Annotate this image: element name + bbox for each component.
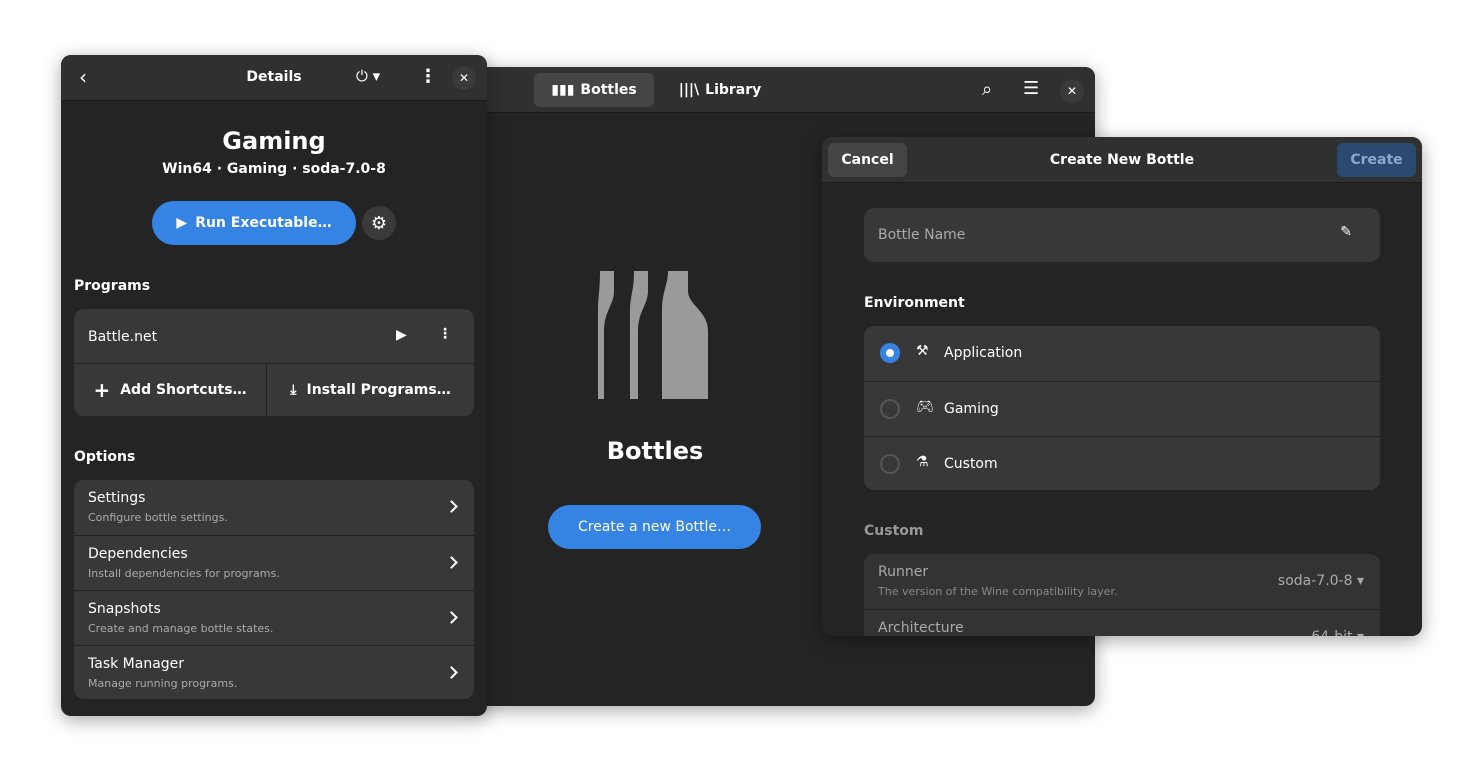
program-actions: + Add Shortcuts… ⤓ Install Programs…: [74, 363, 474, 416]
option-settings[interactable]: Settings Configure bottle settings.: [74, 480, 474, 535]
bottles-logo: [598, 271, 708, 399]
options-heading: Options: [74, 449, 136, 465]
add-shortcuts-button[interactable]: + Add Shortcuts…: [74, 364, 267, 416]
dialog-headerbar: Cancel Create New Bottle Create: [822, 137, 1422, 183]
details-window: ‹ Details ⏻ ▾ ⋮ ✕ Gaming Win64 · Gaming …: [61, 55, 487, 716]
bottle-subtitle: Win64 · Gaming · soda-7.0-8: [162, 161, 386, 177]
option-snapshots[interactable]: Snapshots Create and manage bottle states…: [74, 590, 474, 645]
power-menu-button[interactable]: ⏻ ▾: [356, 67, 380, 85]
bottle-name-input[interactable]: Bottle Name ✎: [864, 208, 1380, 262]
close-button[interactable]: ✕: [1060, 79, 1084, 103]
architecture-dropdown[interactable]: 64-bit ▾: [1311, 629, 1364, 636]
dropdown-arrow-icon: ▾: [1356, 573, 1364, 589]
create-bottle-dialog: Cancel Create New Bottle Create Bottle N…: [822, 137, 1422, 636]
runner-row[interactable]: Runner The version of the Wine compatibil…: [864, 554, 1380, 609]
play-icon: ▶: [176, 215, 188, 231]
download-icon: ⤓: [290, 382, 297, 398]
dialog-title: Create New Bottle: [1049, 152, 1195, 168]
programs-heading: Programs: [74, 278, 151, 294]
settings-button[interactable]: ⚙: [362, 206, 396, 240]
option-task-manager[interactable]: Task Manager Manage running programs.: [74, 645, 474, 699]
radio[interactable]: [880, 399, 900, 419]
custom-heading: Custom: [864, 523, 924, 539]
tab-library[interactable]: |||\ Library: [670, 73, 770, 107]
gear-icon: ⚙: [370, 212, 388, 234]
create-bottle-button[interactable]: Create a new Bottle…: [548, 505, 761, 549]
bottles-icon: ▮▮▮: [551, 82, 575, 98]
options-card: Settings Configure bottle settings. Depen…: [74, 480, 474, 699]
install-programs-button[interactable]: ⤓ Install Programs…: [267, 364, 474, 416]
architecture-row[interactable]: Architecture64-bit ▾: [864, 609, 1380, 636]
chevron-right-icon: [445, 500, 458, 513]
library-icon: |||\: [678, 82, 700, 98]
close-button[interactable]: ✕: [452, 66, 476, 90]
custom-options: Runner The version of the Wine compatibil…: [864, 554, 1380, 636]
application-icon: ⚒: [916, 343, 929, 359]
chevron-right-icon: [445, 611, 458, 624]
programs-card: Battle.net ▶ ⋮ + Add Shortcuts… ⤓ Install …: [74, 309, 474, 416]
program-name: Battle.net: [88, 329, 158, 345]
environment-application[interactable]: ⚒ Application: [864, 326, 1380, 381]
runner-dropdown[interactable]: soda-7.0-8 ▾: [1278, 573, 1364, 589]
search-icon[interactable]: ⌕: [982, 79, 992, 100]
tab-bottles[interactable]: ▮▮▮ Bottles: [534, 73, 654, 107]
flask-icon: ⚗: [916, 454, 929, 470]
chevron-right-icon: [445, 556, 458, 569]
option-dependencies[interactable]: Dependencies Install dependencies for pro…: [74, 535, 474, 590]
run-executable-button[interactable]: ▶ Run Executable…: [152, 201, 356, 245]
environment-list: ⚒ Application 🎮︎ Gaming ⚗ Custom: [864, 326, 1380, 490]
environment-heading: Environment: [864, 295, 965, 311]
radio[interactable]: [880, 454, 900, 474]
menu-icon[interactable]: ☰: [1023, 78, 1039, 99]
play-program-button[interactable]: ▶: [396, 327, 407, 343]
environment-gaming[interactable]: 🎮︎ Gaming: [864, 381, 1380, 436]
create-button[interactable]: Create: [1337, 143, 1416, 177]
environment-custom[interactable]: ⚗ Custom: [864, 436, 1380, 490]
radio-selected[interactable]: [880, 343, 900, 363]
main-title: Bottles: [606, 437, 704, 465]
more-options-icon[interactable]: ⋮: [419, 66, 437, 87]
chevron-right-icon: [445, 666, 458, 679]
details-headerbar: ‹ Details ⏻ ▾ ⋮ ✕: [61, 55, 487, 101]
bottle-name: Gaming: [222, 127, 326, 155]
pencil-icon[interactable]: ✎: [1340, 224, 1352, 240]
gamepad-icon: 🎮︎: [916, 399, 934, 415]
program-more-icon[interactable]: ⋮: [438, 326, 452, 342]
main-headerbar: ▮▮▮ Bottles |||\ Library ⌕ ☰ ✕: [470, 67, 1095, 113]
dropdown-arrow-icon: ▾: [1357, 629, 1364, 636]
